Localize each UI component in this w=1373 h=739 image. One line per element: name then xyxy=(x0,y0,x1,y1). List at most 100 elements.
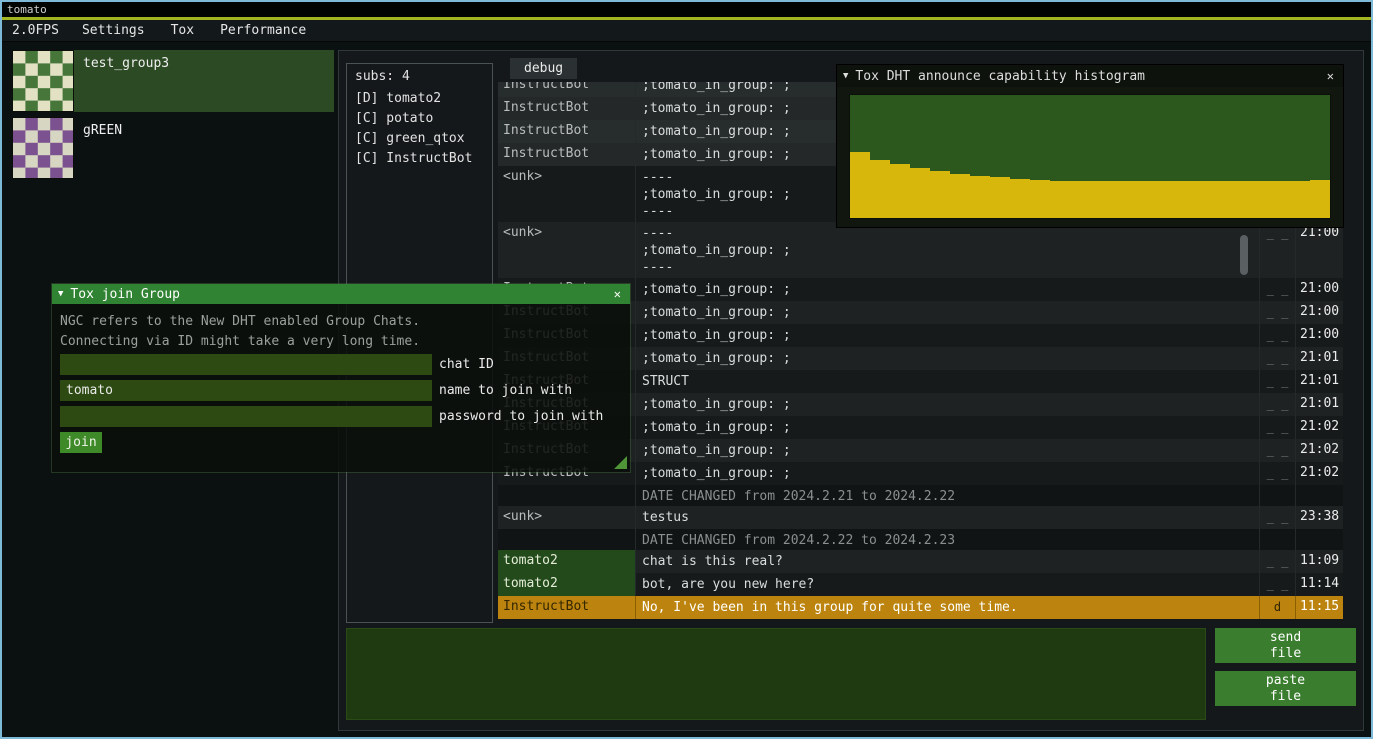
resize-grip[interactable] xyxy=(614,456,627,469)
histogram-bar xyxy=(870,160,890,218)
histogram-bar xyxy=(1150,181,1170,218)
message-text: chat is this real? xyxy=(636,550,1259,573)
collapse-icon[interactable]: ▼ xyxy=(58,289,63,299)
message-text: ;tomato_in_group: ; xyxy=(636,393,1259,416)
histogram-bar xyxy=(1190,181,1210,218)
delivery-flags: _ _ xyxy=(1259,222,1295,278)
file-buttons: send file paste file xyxy=(1215,628,1356,714)
timestamp: 11:14 xyxy=(1295,573,1343,596)
send-file-button[interactable]: send file xyxy=(1215,628,1356,663)
histogram-bar xyxy=(1050,181,1070,218)
window-title: tomato xyxy=(7,3,47,16)
delivery-flags: _ _ xyxy=(1259,462,1295,485)
member-item[interactable]: [C] potato xyxy=(355,109,484,129)
histogram-bar xyxy=(990,177,1010,218)
sender-name: InstructBot xyxy=(498,143,636,166)
collapse-icon[interactable]: ▼ xyxy=(843,71,848,81)
name-field-row: name to join with xyxy=(60,380,572,401)
histogram-bar xyxy=(930,171,950,218)
message-text: ;tomato_in_group: ; xyxy=(636,301,1259,324)
window-titlebar[interactable]: tomato xyxy=(2,2,1371,17)
delivery-flags xyxy=(1259,529,1295,550)
join-password-input[interactable] xyxy=(60,406,432,427)
join-button[interactable]: join xyxy=(60,432,102,453)
paste-file-button[interactable]: paste file xyxy=(1215,671,1356,706)
app-window: tomato 2.0FPS Settings Tox Performance t… xyxy=(0,0,1373,739)
fps-indicator: 2.0FPS xyxy=(10,23,69,38)
timestamp: 21:00 xyxy=(1295,324,1343,347)
timestamp: 21:01 xyxy=(1295,370,1343,393)
histogram-bar xyxy=(890,164,910,218)
menu-bar: 2.0FPS Settings Tox Performance xyxy=(2,20,1371,42)
delivery-flags xyxy=(1259,485,1295,506)
join-name-label: name to join with xyxy=(439,383,572,398)
delivery-flags: _ _ xyxy=(1259,439,1295,462)
sender-name: <unk> xyxy=(498,222,636,278)
member-item[interactable]: [D] tomato2 xyxy=(355,89,484,109)
menu-settings[interactable]: Settings xyxy=(69,23,158,38)
date-changed-row: DATE CHANGED from 2024.2.22 to 2024.2.23 xyxy=(498,529,1343,550)
composer-input[interactable] xyxy=(346,628,1206,720)
chat-id-field-row: chat ID xyxy=(60,354,494,375)
join-info-line: Connecting via ID might take a very long… xyxy=(60,332,630,352)
close-icon[interactable]: ✕ xyxy=(611,287,624,301)
close-icon[interactable]: ✕ xyxy=(1324,69,1337,83)
sender-name: InstructBot xyxy=(498,97,636,120)
histogram-bar xyxy=(1170,181,1190,218)
member-item[interactable]: [C] green_qtox xyxy=(355,129,484,149)
timestamp xyxy=(1295,485,1343,506)
join-info-text: NGC refers to the New DHT enabled Group … xyxy=(52,304,630,352)
sender-name: tomato2 xyxy=(498,573,636,596)
histogram-bar xyxy=(1130,181,1150,218)
menu-tox[interactable]: Tox xyxy=(158,23,207,38)
message-row[interactable]: tomato2bot, are you new here?_ _11:14 xyxy=(498,573,1343,596)
timestamp: 11:09 xyxy=(1295,550,1343,573)
delivery-flags: _ _ xyxy=(1259,324,1295,347)
histogram-window-title: Tox DHT announce capability histogram xyxy=(855,69,1145,84)
histogram-bar xyxy=(1210,181,1230,218)
delivery-flags: _ _ xyxy=(1259,370,1295,393)
delivery-flags: _ _ xyxy=(1259,393,1295,416)
message-text: DATE CHANGED from 2024.2.21 to 2024.2.22 xyxy=(636,485,1259,506)
timestamp xyxy=(1295,529,1343,550)
tab-debug[interactable]: debug xyxy=(510,58,577,79)
message-row[interactable]: tomato2chat is this real?_ _11:09 xyxy=(498,550,1343,573)
chat-id-input[interactable] xyxy=(60,354,432,375)
password-field-row: password to join with xyxy=(60,406,603,427)
delivery-flags: _ _ xyxy=(1259,573,1295,596)
message-row[interactable]: <unk>testus_ _23:38 xyxy=(498,506,1343,529)
sender-name: InstructBot xyxy=(498,596,636,619)
join-info-line: NGC refers to the New DHT enabled Group … xyxy=(60,312,630,332)
menu-performance[interactable]: Performance xyxy=(207,23,319,38)
message-row[interactable]: <unk>---- ;tomato_in_group: ; ----_ _21:… xyxy=(498,222,1343,278)
histogram-bar xyxy=(1230,181,1250,218)
chat-id-label: chat ID xyxy=(439,357,494,372)
sender-name xyxy=(498,529,636,550)
histogram-window-titlebar[interactable]: ▼ Tox DHT announce capability histogram … xyxy=(837,65,1343,87)
sidebar-item-green[interactable]: gREEN xyxy=(12,117,334,179)
message-text: ---- ;tomato_in_group: ; ---- xyxy=(636,222,1259,278)
sidebar-item-test_group3[interactable]: test_group3 xyxy=(12,50,334,112)
timestamp: 23:38 xyxy=(1295,506,1343,529)
join-group-window: ▼ Tox join Group ✕ NGC refers to the New… xyxy=(52,284,630,472)
join-window-title: Tox join Group xyxy=(70,287,180,302)
delivery-flags: _ _ xyxy=(1259,278,1295,301)
delivery-flags: _ _ xyxy=(1259,506,1295,529)
chat-scrollbar[interactable] xyxy=(1240,235,1248,275)
message-text: DATE CHANGED from 2024.2.22 to 2024.2.23 xyxy=(636,529,1259,550)
join-password-label: password to join with xyxy=(439,409,603,424)
histogram-bar xyxy=(1270,181,1290,218)
subs-count: subs: 4 xyxy=(355,69,484,84)
sender-name: tomato2 xyxy=(498,550,636,573)
group-name: test_group3 xyxy=(74,50,169,112)
join-window-titlebar[interactable]: ▼ Tox join Group ✕ xyxy=(52,284,630,304)
member-item[interactable]: [C] InstructBot xyxy=(355,149,484,169)
message-row[interactable]: InstructBotNo, I've been in this group f… xyxy=(498,596,1343,619)
delivery-flags: _ _ xyxy=(1259,550,1295,573)
timestamp: 21:01 xyxy=(1295,347,1343,370)
join-name-input[interactable] xyxy=(60,380,432,401)
timestamp: 21:02 xyxy=(1295,439,1343,462)
histogram-bar xyxy=(910,168,930,218)
timestamp: 21:00 xyxy=(1295,222,1343,278)
sidebar: test_group3 gREEN xyxy=(12,50,334,184)
